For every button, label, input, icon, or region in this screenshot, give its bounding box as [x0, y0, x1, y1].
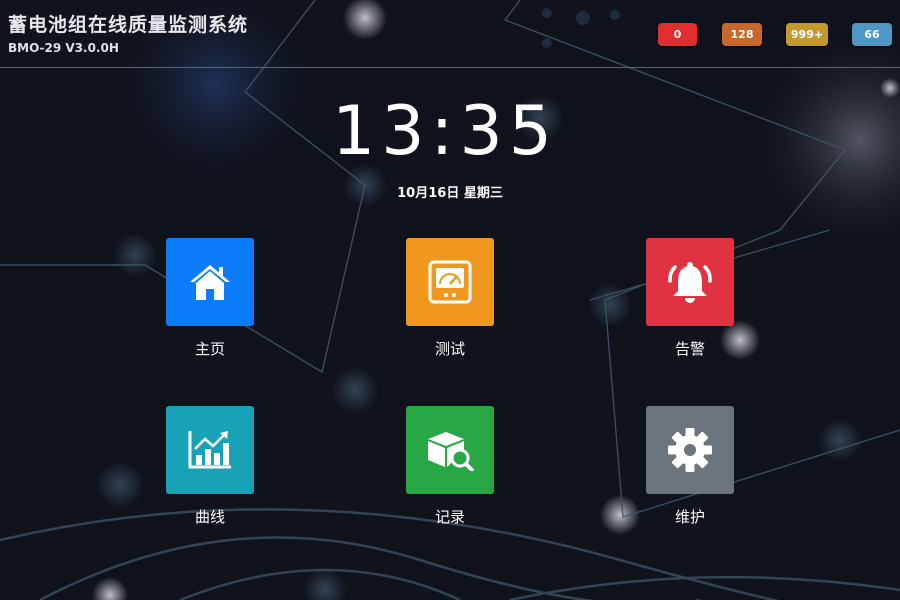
home-icon: [190, 265, 230, 300]
menu-label-record: 记录: [434, 508, 465, 526]
bell-icon: [668, 262, 712, 303]
gear-icon: [668, 428, 712, 472]
badge-value: 66: [864, 28, 880, 41]
clock-date: 10月16日 星期三: [397, 186, 503, 201]
menu-label-alarm: 告警: [674, 340, 705, 358]
menu-label-home: 主页: [194, 340, 225, 358]
clock-time: 13:35: [332, 92, 558, 171]
alarm-badge-critical[interactable]: 0: [658, 23, 697, 46]
badge-value: 128: [730, 28, 754, 41]
menu-label-maintenance: 维护: [674, 508, 705, 526]
alarm-badge-info[interactable]: 66: [852, 23, 892, 46]
alarm-badge-minor[interactable]: 999+: [786, 23, 828, 46]
app-title: 蓄电池组在线质量监测系统: [8, 14, 249, 36]
alarm-badge-major[interactable]: 128: [722, 23, 762, 46]
menu-tile-home[interactable]: [166, 238, 254, 326]
chart-icon: [188, 431, 231, 469]
meter-icon: [428, 260, 472, 304]
menu-tile-test[interactable]: [406, 238, 494, 326]
box-search-icon: [428, 432, 474, 471]
menu-tile-curve[interactable]: [166, 406, 254, 494]
menu-tile-record[interactable]: [406, 406, 494, 494]
badge-value: 0: [673, 28, 682, 41]
menu-tile-alarm[interactable]: [646, 238, 734, 326]
menu-label-test: 测试: [434, 340, 465, 358]
badge-value: 999+: [790, 28, 824, 41]
header-bar: 蓄电池组在线质量监测系统 BMO-29 V3.0.0H 0 128 999+ 6…: [0, 0, 900, 68]
menu-label-curve: 曲线: [194, 508, 225, 526]
app-version: BMO-29 V3.0.0H: [8, 41, 119, 55]
menu-tile-maintenance[interactable]: [646, 406, 734, 494]
